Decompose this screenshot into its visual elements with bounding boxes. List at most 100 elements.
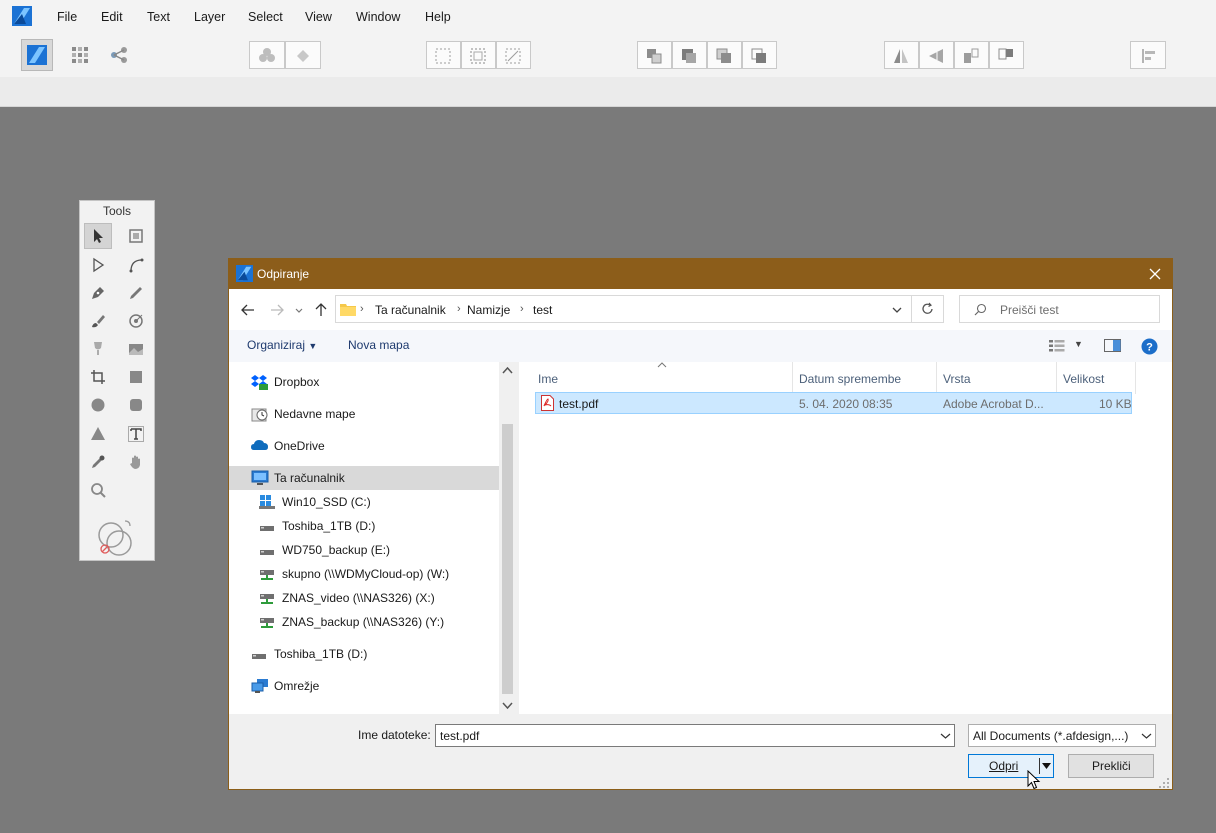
column-header-date[interactable]: Datum spremembe bbox=[799, 372, 901, 386]
crop-tool[interactable] bbox=[84, 364, 112, 390]
column-divider[interactable] bbox=[936, 362, 937, 394]
export-persona-button[interactable] bbox=[103, 41, 135, 69]
organize-menu-button[interactable]: Organiziraj ▼ bbox=[247, 338, 317, 352]
move-tool[interactable] bbox=[84, 223, 112, 249]
column-divider[interactable] bbox=[792, 362, 793, 394]
filetype-chevron-icon[interactable] bbox=[1141, 732, 1152, 740]
refresh-button[interactable] bbox=[912, 295, 944, 323]
menu-edit[interactable]: Edit bbox=[101, 10, 123, 24]
ellipse-tool[interactable] bbox=[84, 392, 112, 418]
resize-grip-icon[interactable] bbox=[1158, 777, 1170, 789]
navigation-scrollbar[interactable] bbox=[499, 362, 516, 714]
pencil-tool[interactable] bbox=[122, 280, 150, 306]
new-folder-button[interactable]: Nova mapa bbox=[348, 338, 409, 352]
boolean-add-button[interactable] bbox=[249, 41, 285, 69]
place-image-tool[interactable] bbox=[122, 336, 150, 362]
address-bar[interactable]: › Ta računalnik › Namizje › test bbox=[335, 295, 912, 323]
flip-horizontal-button[interactable] bbox=[884, 41, 919, 69]
address-dropdown-chevron-icon[interactable] bbox=[891, 305, 903, 315]
view-tool[interactable] bbox=[122, 449, 150, 475]
flip-vertical-button[interactable] bbox=[919, 41, 954, 69]
scroll-down-arrow-icon[interactable] bbox=[502, 701, 513, 710]
select-grid-3-button[interactable] bbox=[496, 41, 531, 69]
nav-item-drive-d[interactable]: Toshiba_1TB (D:) bbox=[229, 514, 499, 538]
column-divider[interactable] bbox=[1056, 362, 1057, 394]
column-header-name[interactable]: Ime bbox=[538, 372, 558, 386]
cancel-button[interactable]: Prekliči bbox=[1068, 754, 1154, 778]
export-persona-icon bbox=[111, 47, 127, 63]
back-arrow-icon[interactable] bbox=[239, 301, 257, 319]
menu-help[interactable]: Help bbox=[425, 10, 451, 24]
boolean-subtract-button[interactable] bbox=[285, 41, 321, 69]
view-options-chevron-icon[interactable]: ▼ bbox=[1074, 339, 1083, 349]
menu-file[interactable]: File bbox=[57, 10, 77, 24]
nav-item-drive-c[interactable]: Win10_SSD (C:) bbox=[229, 490, 499, 514]
open-button[interactable]: Odpri bbox=[968, 754, 1054, 778]
file-row[interactable]: test.pdf 5. 04. 2020 08:35 Adobe Acrobat… bbox=[535, 392, 1132, 414]
menu-select[interactable]: Select bbox=[248, 10, 283, 24]
arrange-front-button[interactable] bbox=[742, 41, 777, 69]
fill-tool[interactable] bbox=[122, 308, 150, 334]
pen-tool[interactable] bbox=[84, 280, 112, 306]
nav-item-network[interactable]: Omrežje bbox=[229, 674, 499, 698]
arrange-backward-button[interactable] bbox=[672, 41, 707, 69]
column-divider[interactable] bbox=[1135, 362, 1136, 394]
filename-history-chevron-icon[interactable] bbox=[940, 732, 951, 740]
triangle-tool[interactable] bbox=[84, 421, 112, 447]
pixel-persona-button[interactable] bbox=[64, 41, 96, 69]
select-grid-2-button[interactable] bbox=[461, 41, 496, 69]
forward-arrow-icon[interactable] bbox=[268, 301, 286, 319]
up-arrow-icon[interactable] bbox=[312, 301, 330, 319]
nav-item-drive-d-root[interactable]: Toshiba_1TB (D:) bbox=[229, 642, 499, 666]
color-picker-tool[interactable] bbox=[84, 449, 112, 475]
breadcrumb-test[interactable]: test bbox=[533, 303, 552, 317]
node-tool[interactable] bbox=[84, 252, 112, 278]
recent-locations-chevron-icon[interactable] bbox=[293, 301, 305, 319]
tools-panel-title: Tools bbox=[102, 204, 131, 218]
search-box[interactable]: Preišči test bbox=[959, 295, 1160, 323]
column-header-size[interactable]: Velikost bbox=[1063, 372, 1104, 386]
preview-pane-icon[interactable] bbox=[1104, 339, 1122, 353]
rotate-left-button[interactable] bbox=[954, 41, 989, 69]
nav-item-dropbox[interactable]: Dropbox bbox=[229, 370, 499, 394]
help-icon[interactable]: ? bbox=[1141, 338, 1158, 355]
arrange-back-button[interactable] bbox=[637, 41, 672, 69]
filetype-select[interactable]: All Documents (*.afdesign,...) bbox=[968, 724, 1156, 747]
nav-item-onedrive[interactable]: OneDrive bbox=[229, 434, 499, 458]
view-options-icon[interactable] bbox=[1049, 340, 1067, 352]
text-tool[interactable] bbox=[122, 421, 150, 447]
rounded-rectangle-tool[interactable] bbox=[122, 392, 150, 418]
vector-brush-tool[interactable] bbox=[84, 308, 112, 334]
breadcrumb-desktop[interactable]: Namizje bbox=[467, 303, 510, 317]
nav-item-drive-x[interactable]: ZNAS_video (\\NAS326) (X:) bbox=[229, 586, 499, 610]
nav-item-this-pc[interactable]: Ta računalnik bbox=[229, 466, 499, 490]
align-left-button[interactable] bbox=[1130, 41, 1166, 69]
nav-item-drive-w[interactable]: skupno (\\WDMyCloud-op) (W:) bbox=[229, 562, 499, 586]
filename-input[interactable]: test.pdf bbox=[435, 724, 955, 747]
transparency-tool[interactable] bbox=[84, 336, 112, 362]
open-dropdown-arrow-icon[interactable] bbox=[1042, 763, 1051, 769]
align-left-icon bbox=[1142, 49, 1155, 63]
menu-view[interactable]: View bbox=[305, 10, 332, 24]
affinity-designer-logo-icon[interactable] bbox=[12, 6, 32, 26]
rectangle-tool[interactable] bbox=[122, 364, 150, 390]
select-grid-1-button[interactable] bbox=[426, 41, 461, 69]
artboard-tool[interactable] bbox=[122, 223, 150, 249]
breadcrumb-this-pc[interactable]: Ta računalnik bbox=[375, 303, 446, 317]
menu-window[interactable]: Window bbox=[356, 10, 400, 24]
corner-tool[interactable] bbox=[122, 252, 150, 278]
scroll-up-arrow-icon[interactable] bbox=[502, 366, 513, 375]
close-icon[interactable] bbox=[1147, 266, 1163, 282]
arrange-forward-button[interactable] bbox=[707, 41, 742, 69]
color-swatch-circles-icon[interactable] bbox=[96, 517, 138, 559]
menu-layer[interactable]: Layer bbox=[194, 10, 225, 24]
nav-item-drive-y[interactable]: ZNAS_backup (\\NAS326) (Y:) bbox=[229, 610, 499, 634]
designer-persona-button[interactable] bbox=[21, 39, 53, 71]
nav-item-drive-e[interactable]: WD750_backup (E:) bbox=[229, 538, 499, 562]
rotate-right-button[interactable] bbox=[989, 41, 1024, 69]
zoom-tool[interactable] bbox=[84, 477, 112, 503]
column-header-type[interactable]: Vrsta bbox=[943, 372, 971, 386]
nav-item-recent-folders[interactable]: Nedavne mape bbox=[229, 402, 499, 426]
menu-text[interactable]: Text bbox=[147, 10, 170, 24]
scrollbar-thumb[interactable] bbox=[502, 424, 513, 694]
